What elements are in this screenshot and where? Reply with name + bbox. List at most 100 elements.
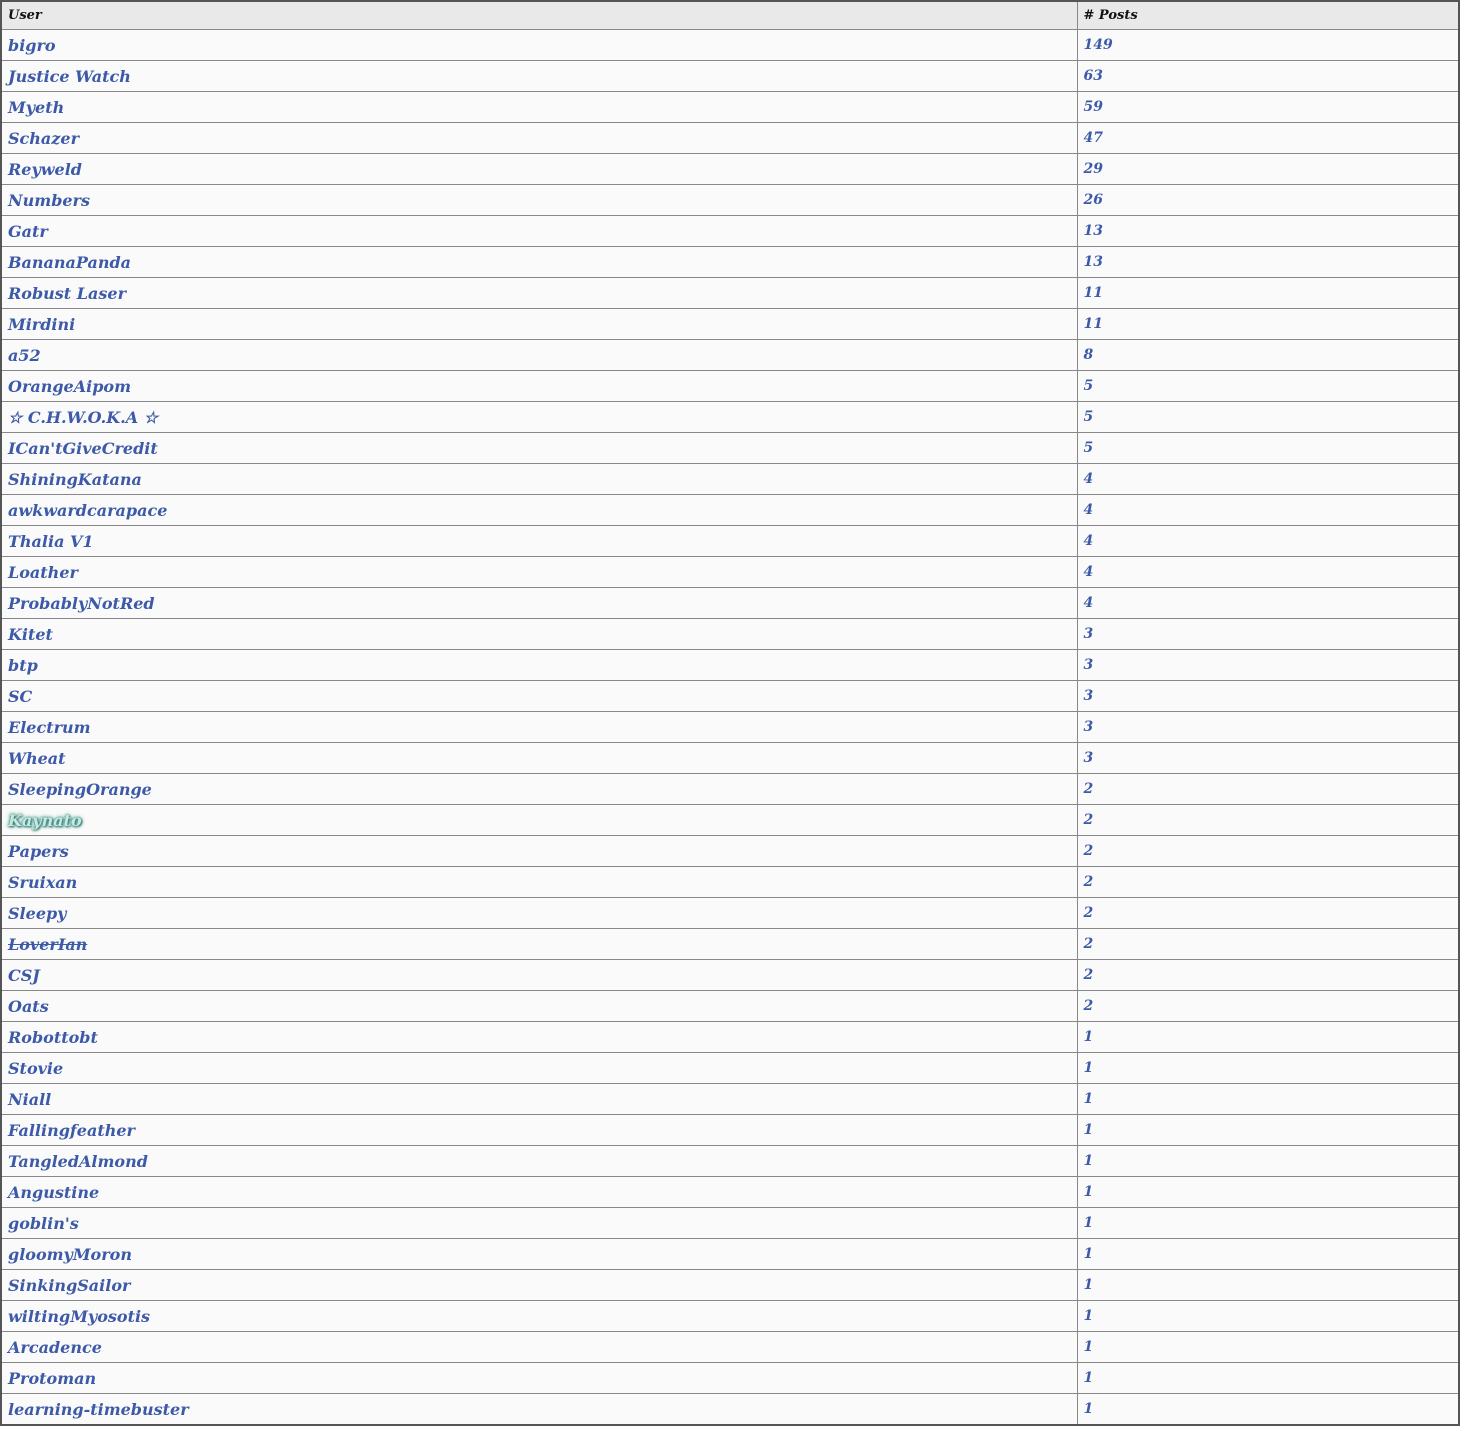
post-count-cell: 8	[1076, 339, 1460, 371]
post-count-link[interactable]: 2	[1084, 998, 1094, 1014]
user-profile-link[interactable]: Robust Laser	[8, 284, 126, 303]
post-count-cell: 2	[1076, 959, 1460, 991]
post-count-link[interactable]: 1	[1084, 1184, 1094, 1200]
post-count-link[interactable]: 11	[1084, 285, 1103, 301]
user-profile-link[interactable]: awkwardcarapace	[8, 501, 167, 520]
post-count-link[interactable]: 4	[1084, 533, 1094, 549]
post-count-link[interactable]: 2	[1084, 781, 1094, 797]
post-count-link[interactable]: 29	[1084, 161, 1103, 177]
post-count-link[interactable]: 2	[1084, 874, 1094, 890]
post-count-link[interactable]: 3	[1084, 719, 1094, 735]
post-count-link[interactable]: 2	[1084, 812, 1094, 828]
post-count-link[interactable]: 2	[1084, 936, 1094, 952]
user-profile-link[interactable]: Sruixan	[8, 873, 77, 892]
user-profile-link[interactable]: ☆ C.H.W.O.K.A ☆	[8, 408, 158, 427]
post-count-link[interactable]: 1	[1084, 1091, 1094, 1107]
user-profile-link[interactable]: Schazer	[8, 129, 79, 148]
post-count-link[interactable]: 1	[1084, 1308, 1094, 1324]
user-profile-link[interactable]: ProbablyNotRed	[8, 594, 155, 613]
user-profile-link[interactable]: Kitet	[8, 625, 53, 644]
post-count-link[interactable]: 3	[1084, 688, 1094, 704]
post-count-link[interactable]: 4	[1084, 471, 1094, 487]
user-profile-link[interactable]: CSJ	[8, 966, 40, 985]
user-profile-link[interactable]: ShiningKatana	[8, 470, 142, 489]
post-count-link[interactable]: 8	[1084, 347, 1094, 363]
user-profile-link[interactable]: btp	[8, 656, 38, 675]
post-count-cell: 2	[1076, 928, 1460, 960]
table-row: SinkingSailor 1	[0, 1269, 1460, 1301]
user-profile-link[interactable]: wiltingMyosotis	[8, 1307, 150, 1326]
user-profile-link[interactable]: learning-timebuster	[8, 1400, 189, 1419]
post-count-link[interactable]: 5	[1084, 440, 1094, 456]
post-count-link[interactable]: 1	[1084, 1029, 1094, 1045]
user-profile-link[interactable]: a52	[8, 346, 41, 365]
user-profile-link[interactable]: Kaynato	[8, 811, 82, 830]
post-count-link[interactable]: 63	[1084, 68, 1103, 84]
post-count-link[interactable]: 1	[1084, 1401, 1094, 1417]
user-profile-link[interactable]: goblin's	[8, 1214, 79, 1233]
user-profile-link[interactable]: BananaPanda	[8, 253, 131, 272]
post-count-link[interactable]: 26	[1084, 192, 1103, 208]
post-count-link[interactable]: 1	[1084, 1060, 1094, 1076]
post-count-link[interactable]: 1	[1084, 1339, 1094, 1355]
user-cell: wiltingMyosotis	[0, 1300, 1078, 1332]
user-profile-link[interactable]: Oats	[8, 997, 49, 1016]
post-count-link[interactable]: 13	[1084, 254, 1103, 270]
post-count-cell: 1	[1076, 1331, 1460, 1363]
post-count-link[interactable]: 13	[1084, 223, 1103, 239]
post-count-cell: 4	[1076, 494, 1460, 526]
user-profile-link[interactable]: SleepingOrange	[8, 780, 152, 799]
user-profile-link[interactable]: OrangeAipom	[8, 377, 131, 396]
post-count-link[interactable]: 1	[1084, 1153, 1094, 1169]
user-cell: learning-timebuster	[0, 1393, 1078, 1426]
post-count-link[interactable]: 3	[1084, 750, 1094, 766]
user-profile-link[interactable]: Protoman	[8, 1369, 96, 1388]
user-profile-link[interactable]: Niall	[8, 1090, 51, 1109]
post-count-link[interactable]: 1	[1084, 1370, 1094, 1386]
post-count-link[interactable]: 4	[1084, 502, 1094, 518]
post-count-link[interactable]: 2	[1084, 905, 1094, 921]
post-count-link[interactable]: 11	[1084, 316, 1103, 332]
post-count-cell: 1	[1076, 1176, 1460, 1208]
post-count-link[interactable]: 5	[1084, 378, 1094, 394]
user-profile-link[interactable]: Numbers	[8, 191, 90, 210]
table-header: User # Posts	[0, 0, 1460, 30]
post-count-link[interactable]: 1	[1084, 1277, 1094, 1293]
user-profile-link[interactable]: Stovie	[8, 1059, 63, 1078]
user-profile-link[interactable]: Justice Watch	[8, 67, 131, 86]
user-profile-link[interactable]: Robottobt	[8, 1028, 98, 1047]
user-profile-link[interactable]: SC	[8, 687, 32, 706]
post-count-link[interactable]: 4	[1084, 595, 1094, 611]
user-profile-link[interactable]: ICan'tGiveCredit	[8, 439, 158, 458]
post-count-link[interactable]: 2	[1084, 967, 1094, 983]
user-profile-link[interactable]: Gatr	[8, 222, 48, 241]
post-count-link[interactable]: 3	[1084, 626, 1094, 642]
user-profile-link[interactable]: Arcadence	[8, 1338, 102, 1357]
post-count-link[interactable]: 1	[1084, 1246, 1094, 1262]
post-count-link[interactable]: 2	[1084, 843, 1094, 859]
user-profile-link[interactable]: Papers	[8, 842, 69, 861]
post-count-link[interactable]: 3	[1084, 657, 1094, 673]
user-profile-link[interactable]: bigro	[8, 36, 56, 55]
user-profile-link[interactable]: Mirdini	[8, 315, 75, 334]
user-profile-link[interactable]: Electrum	[8, 718, 91, 737]
user-profile-link[interactable]: Wheat	[8, 749, 66, 768]
user-profile-link[interactable]: Myeth	[8, 98, 64, 117]
user-profile-link[interactable]: Angustine	[8, 1183, 99, 1202]
post-count-link[interactable]: 5	[1084, 409, 1094, 425]
user-profile-link[interactable]: LoverIan	[8, 935, 87, 954]
post-count-link[interactable]: 1	[1084, 1122, 1094, 1138]
user-profile-link[interactable]: Fallingfeather	[8, 1121, 135, 1140]
post-count-link[interactable]: 47	[1084, 130, 1103, 146]
user-profile-link[interactable]: Sleepy	[8, 904, 66, 923]
post-count-link[interactable]: 4	[1084, 564, 1094, 580]
user-profile-link[interactable]: TangledAlmond	[8, 1152, 148, 1171]
user-profile-link[interactable]: Reyweld	[8, 160, 82, 179]
post-count-link[interactable]: 1	[1084, 1215, 1094, 1231]
user-profile-link[interactable]: gloomyMoron	[8, 1245, 132, 1264]
post-count-link[interactable]: 149	[1084, 37, 1113, 53]
user-profile-link[interactable]: Thalia V1	[8, 532, 94, 551]
user-profile-link[interactable]: Loather	[8, 563, 78, 582]
user-profile-link[interactable]: SinkingSailor	[8, 1276, 130, 1295]
post-count-link[interactable]: 59	[1084, 99, 1103, 115]
